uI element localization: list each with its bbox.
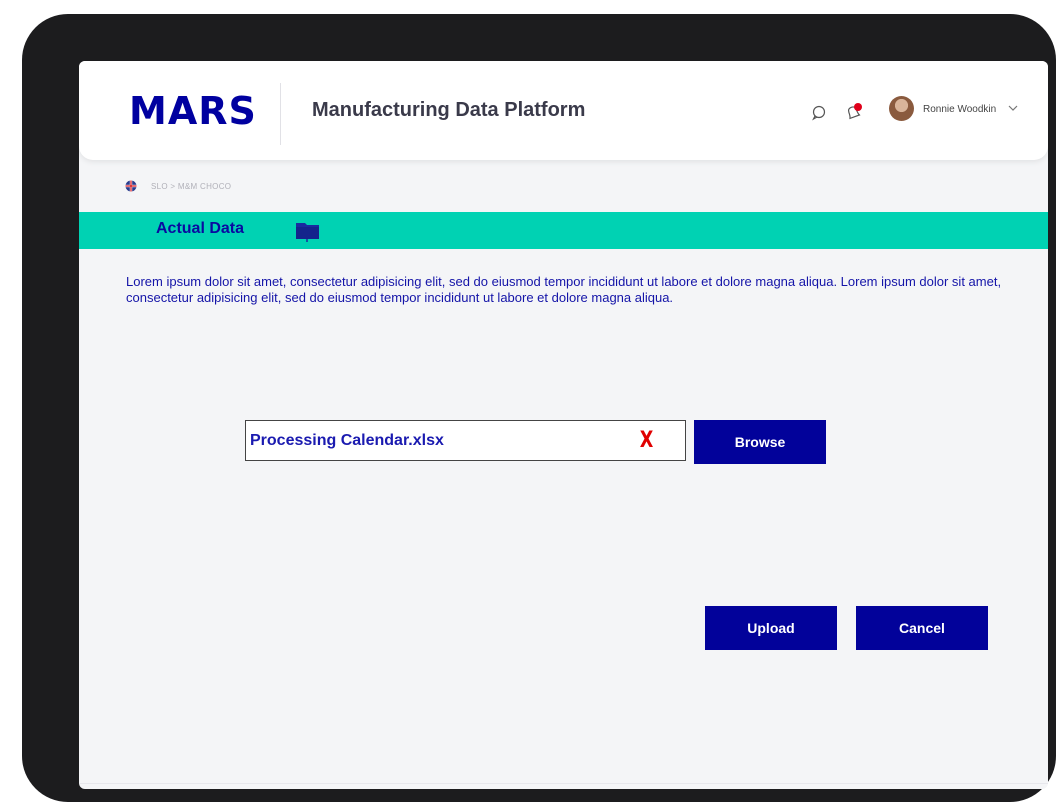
folder-icon	[296, 223, 319, 242]
app-header: MARS Manufacturing Data Platform Ronnie …	[79, 61, 1048, 160]
clear-file-icon[interactable]: X	[640, 428, 654, 453]
cancel-button[interactable]: Cancel	[856, 606, 988, 650]
section-banner: Actual Data	[79, 212, 1048, 249]
browse-button[interactable]: Browse	[694, 420, 826, 464]
mars-logo[interactable]: MARS	[129, 89, 257, 133]
chevron-down-icon[interactable]	[1007, 102, 1019, 114]
description-text: Lorem ipsum dolor sit amet, consectetur …	[126, 274, 1002, 305]
breadcrumb: SLO > M&M CHOCO	[125, 179, 231, 193]
header-divider	[280, 83, 281, 145]
upload-button[interactable]: Upload	[705, 606, 837, 650]
breadcrumb-path[interactable]: SLO > M&M CHOCO	[151, 182, 231, 191]
uk-flag-icon	[125, 180, 137, 192]
file-name-field[interactable]: Processing Calendar.xlsx X	[245, 420, 686, 461]
app-screen: MARS Manufacturing Data Platform Ronnie …	[79, 61, 1048, 789]
section-title: Actual Data	[156, 220, 245, 237]
tablet-frame: MARS Manufacturing Data Platform Ronnie …	[22, 14, 1056, 802]
avatar[interactable]	[889, 96, 914, 121]
app-title: Manufacturing Data Platform	[312, 99, 586, 121]
file-name-value: Processing Calendar.xlsx	[250, 432, 444, 449]
user-name[interactable]: Ronnie Woodkin	[923, 104, 996, 115]
chat-icon[interactable]	[810, 102, 828, 122]
bell-icon[interactable]	[843, 102, 865, 122]
footer-divider	[79, 783, 1048, 784]
